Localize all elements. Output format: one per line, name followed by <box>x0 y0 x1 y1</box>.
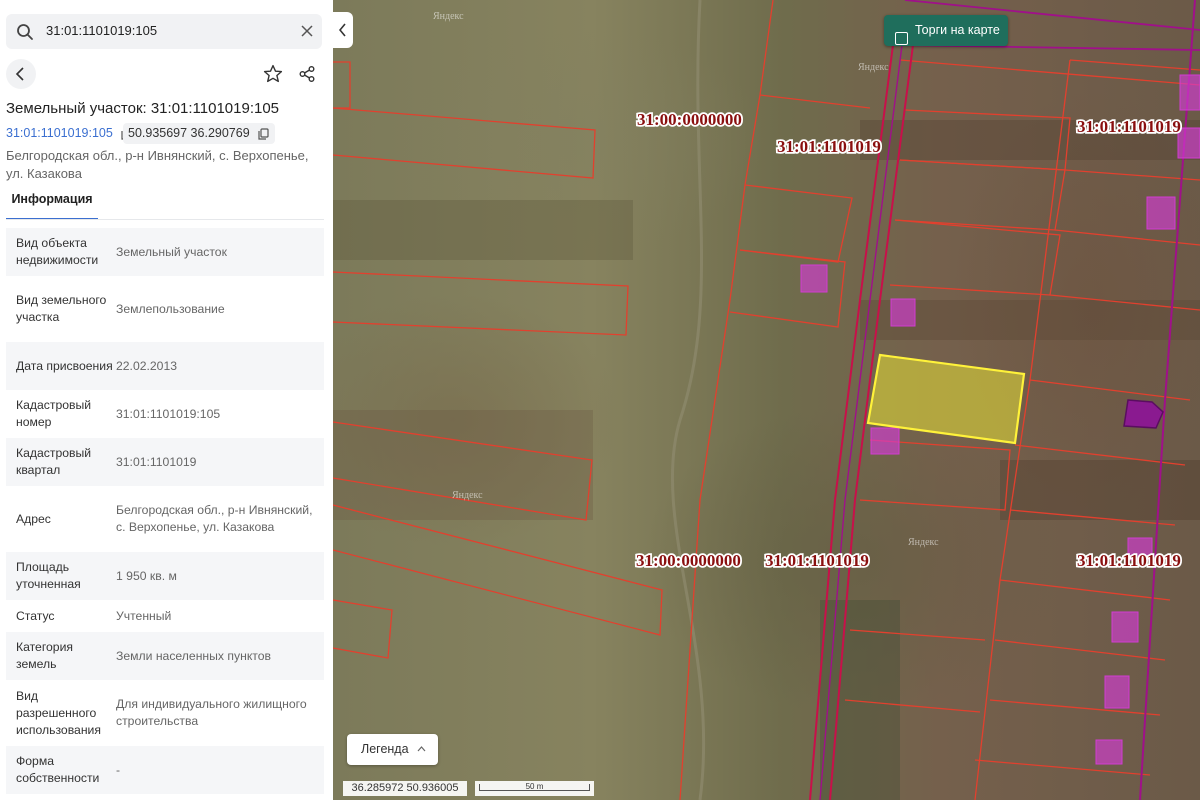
property-row: Дата присвоения 22.02.2013 <box>6 342 324 390</box>
property-row: Вид земельного участка Землепользование <box>6 276 324 342</box>
legend-button[interactable]: Легенда <box>347 734 438 765</box>
clear-search-icon[interactable] <box>300 24 314 38</box>
property-row: Адрес Белгородская обл., р-н Ивнянский, … <box>6 486 324 552</box>
property-row: Вид разрешенного использования Для индив… <box>6 680 324 746</box>
property-value: 31:01:1101019:105 <box>116 406 221 421</box>
property-key: Вид разрешенного использования <box>16 688 101 737</box>
share-button[interactable] <box>292 59 322 89</box>
property-value: Для индивидуального жилищного строительс… <box>116 697 307 728</box>
property-row: Площадь уточненная 1 950 кв. м <box>6 552 324 600</box>
svg-text:Яндекс: Яндекс <box>452 490 483 501</box>
property-key: Кадастровый квартал <box>16 446 92 477</box>
property-value: Земли населенных пунктов <box>116 648 271 663</box>
property-key: Вид объекта недвижимости <box>16 236 99 267</box>
share-icon <box>299 66 315 82</box>
parcel-outlines <box>333 0 1200 800</box>
svg-text:Яндекс: Яндекс <box>858 62 889 73</box>
property-key: Площадь уточненная <box>16 560 81 591</box>
chevron-left-icon <box>15 67 24 81</box>
property-value: Белгородская обл., р-н Ивнянский, с. Вер… <box>116 503 313 534</box>
property-value: 1 950 кв. м <box>116 568 177 583</box>
property-key: Адрес <box>16 511 51 526</box>
property-value: Земельный участок <box>116 244 227 259</box>
property-key: Дата присвоения <box>16 358 113 373</box>
search-icon <box>17 24 33 40</box>
chevron-up-icon <box>417 746 426 752</box>
property-row: Статус Учтенный <box>6 600 324 632</box>
back-button[interactable] <box>6 59 36 89</box>
favorite-button[interactable] <box>258 59 288 89</box>
collapse-panel-button[interactable] <box>333 12 353 48</box>
quarter-label: 31:01:1101019 <box>1077 117 1181 136</box>
property-key: Категория земель <box>16 640 73 671</box>
cursor-coordinates: 36.285972 50.936005 <box>343 781 467 796</box>
building-selected-dark <box>1123 399 1164 429</box>
auctions-checkbox[interactable] <box>895 32 908 45</box>
property-value: 31:01:1101019 <box>116 454 197 469</box>
property-row: Форма собственности - <box>6 746 324 794</box>
coordinates-chip[interactable]: 50.935697 36.290769 <box>123 123 276 144</box>
tab-information[interactable]: Информация <box>6 192 98 220</box>
object-title: Земельный участок: 31:01:1101019:105 <box>6 100 280 117</box>
property-row: Кадастровый квартал 31:01:1101019 <box>6 438 324 486</box>
property-key: Вид земельного участка <box>16 293 107 324</box>
scale-label: 50 m <box>525 782 544 791</box>
auctions-label: Торги на карте <box>915 23 1000 37</box>
map-overlay: Яндекс Яндекс Яндекс Яндекс 31:00:000000… <box>333 0 1200 800</box>
scale-bar: 50 m <box>475 781 594 796</box>
quarter-label: 31:01:1101019 <box>1077 551 1181 570</box>
properties-table: Вид объекта недвижимости Земельный участ… <box>6 228 324 794</box>
quarter-label: 31:01:1101019 <box>777 137 881 156</box>
search-bar[interactable]: 31:01:1101019:105 <box>6 14 322 49</box>
property-key: Кадастровый номер <box>16 398 92 429</box>
property-value: Учтенный <box>116 608 172 623</box>
search-input[interactable]: 31:01:1101019:105 <box>46 23 157 38</box>
cadastral-number-text: 31:01:1101019:105 <box>6 126 113 140</box>
legend-label: Легенда <box>361 742 409 756</box>
property-row: Вид объекта недвижимости Земельный участ… <box>6 228 324 276</box>
auctions-toggle[interactable]: Торги на карте <box>884 15 1008 46</box>
svg-text:Яндекс: Яндекс <box>433 11 464 22</box>
star-icon <box>263 64 283 83</box>
info-sidebar: 31:01:1101019:105 Земельный участок: 31:… <box>0 0 333 800</box>
map-view[interactable]: Яндекс Яндекс Яндекс Яндекс 31:00:000000… <box>333 0 1200 800</box>
tab-divider <box>6 219 324 220</box>
property-key: Статус <box>16 608 55 623</box>
property-row: Кадастровый номер 31:01:1101019:105 <box>6 390 324 438</box>
quarter-label: 31:01:1101019 <box>765 551 869 570</box>
object-address: Белгородская обл., р-н Ивнянский, с. Вер… <box>6 148 309 181</box>
property-row: Категория земель Земли населенных пункто… <box>6 632 324 680</box>
cadastral-number-chip[interactable]: 31:01:1101019:105 <box>6 123 132 144</box>
quarter-label: 31:00:0000000 <box>636 551 741 570</box>
property-key: Форма собственности <box>16 754 100 785</box>
field-strips <box>333 120 1200 800</box>
property-value: 22.02.2013 <box>116 358 177 373</box>
property-value: - <box>116 762 121 777</box>
quarter-label: 31:00:0000000 <box>637 110 742 129</box>
copy-icon[interactable] <box>258 128 269 140</box>
svg-text:Яндекс: Яндекс <box>908 537 939 548</box>
chevron-left-icon <box>339 23 346 37</box>
coordinates-text: 50.935697 36.290769 <box>128 126 250 140</box>
property-value: Землепользование <box>116 301 225 316</box>
